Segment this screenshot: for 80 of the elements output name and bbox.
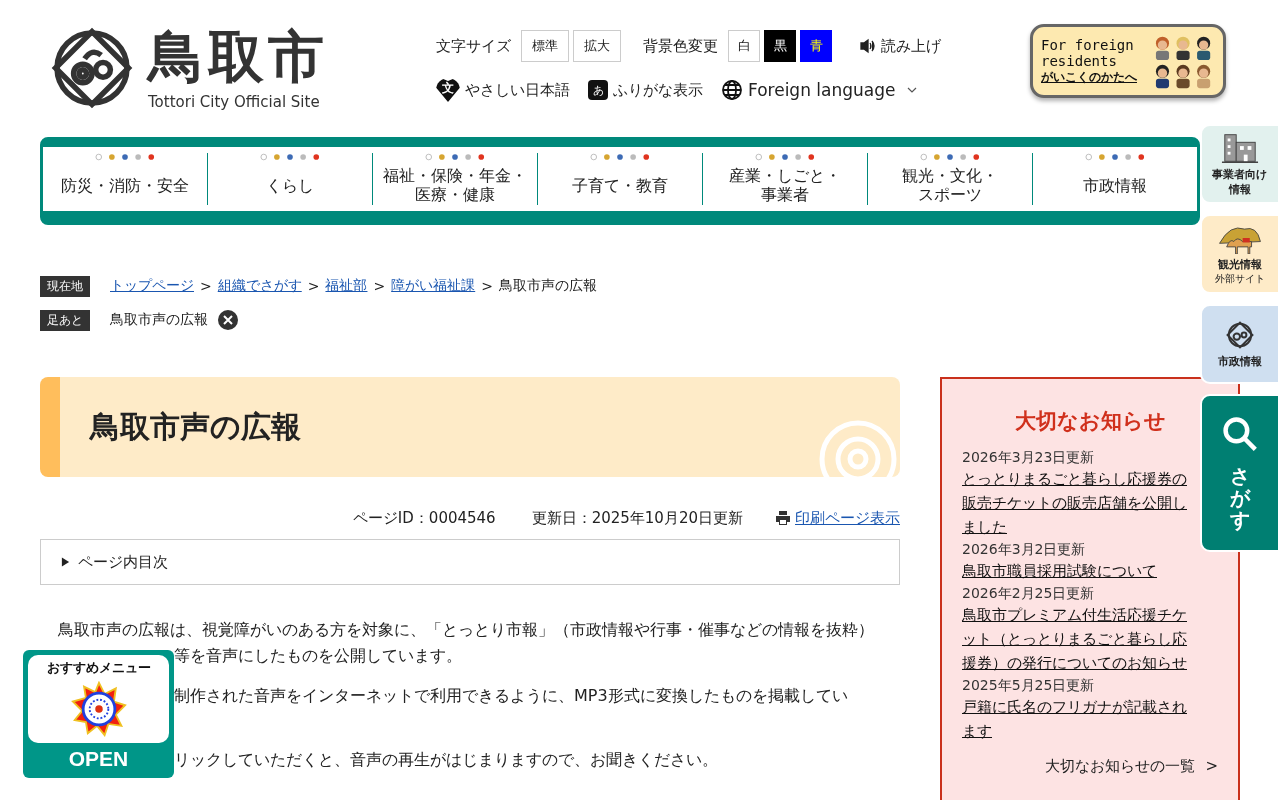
furigana-icon: あ xyxy=(588,80,608,100)
nav-item[interactable]: 子育て・教育 xyxy=(538,153,703,205)
nav-item[interactable]: 産業・しごと・事業者 xyxy=(703,153,868,205)
close-icon[interactable] xyxy=(218,310,238,330)
recommend-menu[interactable]: おすすめメニュー OPEN xyxy=(23,650,174,778)
side-tab[interactable]: 事業者向け情報 xyxy=(1200,124,1280,204)
table-of-contents-toggle[interactable]: ページ内目次 xyxy=(40,539,900,585)
background-color-button[interactable]: 青 xyxy=(800,30,832,62)
dots-icon xyxy=(95,153,155,161)
body-text: 等を音声にしたものを公開しています。 xyxy=(174,645,462,667)
dots-icon xyxy=(920,153,980,161)
site-subtitle: Tottori City Official Site xyxy=(148,93,321,111)
page-id: ページID：0004546 xyxy=(352,508,496,528)
background-color-button[interactable]: 黒 xyxy=(764,30,796,62)
notice-link[interactable]: とっとりまるごと暮らし応援券の販売チケットの販売店舗を公開しました xyxy=(962,467,1194,539)
recommend-title: おすすめメニュー xyxy=(46,659,151,677)
easy-japanese-button[interactable]: 文 やさしい日本語 xyxy=(436,78,570,102)
notice-date: 2025年5月25日更新 xyxy=(962,676,1096,695)
breadcrumb-label: 現在地 xyxy=(40,275,90,297)
foreign-language-button[interactable]: Foreign language xyxy=(721,79,917,101)
dots-icon xyxy=(425,153,485,161)
more-arrow: > xyxy=(1205,757,1218,776)
body-text: リックしていただくと、音声の再生がはじまりますので、お聞きください。 xyxy=(174,749,718,771)
banner-link[interactable]: がいこくのかたへ xyxy=(1041,69,1137,85)
open-button[interactable]: OPEN xyxy=(68,747,129,771)
notices-list-link[interactable]: 大切なお知らせの一覧 xyxy=(1045,757,1196,776)
notices-title: 大切なお知らせ xyxy=(1013,408,1167,435)
search-icon xyxy=(1222,415,1258,452)
notice-link[interactable]: 戸籍に氏名のフリガナが記載されます xyxy=(962,695,1194,743)
breadcrumb-separator: > xyxy=(373,278,386,294)
nav-item[interactable]: 福祉・保険・年金・医療・健康 xyxy=(373,153,538,205)
dots-icon xyxy=(755,153,815,161)
print-link[interactable]: 印刷ページ表示 xyxy=(775,508,900,528)
banner-text: residents xyxy=(1041,53,1118,69)
chevron-down-icon xyxy=(906,87,917,93)
banner-text: For foreign xyxy=(1041,37,1135,53)
breadcrumb-current: 鳥取市声の広報 xyxy=(498,277,597,295)
dots-icon xyxy=(260,153,320,161)
breadcrumb-link[interactable]: 福祉部 xyxy=(325,277,368,295)
notice-date: 2026年2月25日更新 xyxy=(962,584,1096,603)
background-color-label: 背景色変更 xyxy=(643,36,718,56)
breadcrumb-separator: > xyxy=(307,278,320,294)
triangle-icon xyxy=(61,557,70,567)
breadcrumb-link[interactable]: 組織でさがす xyxy=(217,277,302,295)
furigana-button[interactable]: あ ふりがな表示 xyxy=(588,80,703,100)
wheel-icon xyxy=(70,681,127,737)
site-title[interactable]: 鳥取市 xyxy=(148,25,328,89)
notice-link[interactable]: 鳥取市職員採用試験について xyxy=(962,559,1194,583)
speaker-icon xyxy=(860,38,876,54)
font-size-button[interactable]: 拡大 xyxy=(573,30,621,62)
read-aloud-button[interactable]: 読み上げ xyxy=(860,36,941,56)
notice-link[interactable]: 鳥取市プレミアム付生活応援チケット（とっとりまるごと暮らし応援券）の発行についてのお知らせ xyxy=(962,603,1194,675)
footprint-label: 足あと xyxy=(40,309,90,331)
side-tab[interactable]: さがす xyxy=(1200,394,1280,552)
background-color-button[interactable]: 白 xyxy=(728,30,760,62)
nav-item[interactable]: くらし xyxy=(208,153,373,205)
notice-date: 2026年3月2日更新 xyxy=(962,540,1087,559)
side-tab[interactable]: 市政情報 xyxy=(1200,304,1280,384)
nav-item[interactable]: 防災・消防・安全 xyxy=(43,153,208,205)
dots-icon xyxy=(1085,153,1145,161)
font-size-button[interactable]: 標準 xyxy=(521,30,569,62)
foreign-residents-banner[interactable]: For foreign residents がいこくのかたへ xyxy=(1030,24,1226,98)
side-tab[interactable]: 観光情報 外部サイト xyxy=(1200,214,1280,294)
footprint-link[interactable]: 鳥取市声の広報 xyxy=(110,311,208,329)
dots-icon xyxy=(590,153,650,161)
updated-date: 更新日：2025年10月20日更新 xyxy=(531,508,743,528)
breadcrumb-separator: > xyxy=(481,278,493,294)
building-icon xyxy=(1221,131,1259,164)
notice-date: 2026年3月23日更新 xyxy=(962,448,1096,467)
nav-item[interactable]: 観光・文化・スポーツ xyxy=(868,153,1033,205)
page-title: 鳥取市声の広報 xyxy=(90,407,301,446)
globe-icon xyxy=(721,79,743,101)
breadcrumb-link[interactable]: 障がい福祉課 xyxy=(391,277,476,295)
nav-item[interactable]: 市政情報 xyxy=(1033,153,1197,205)
body-text: 鳥取市声の広報は、視覚障がいのある方を対象に、「とっとり市報」（市政情報や行事・催事などの情報を抜粋） xyxy=(57,619,874,641)
printer-icon xyxy=(775,510,791,526)
body-text: 制作された音声をインターネットで利用できるように、MP3形式に変換したものを掲載してい xyxy=(174,685,848,707)
font-size-label: 文字サイズ xyxy=(436,36,511,56)
breadcrumb-link[interactable]: トップページ xyxy=(110,277,194,295)
breadcrumb-separator: > xyxy=(200,278,212,294)
